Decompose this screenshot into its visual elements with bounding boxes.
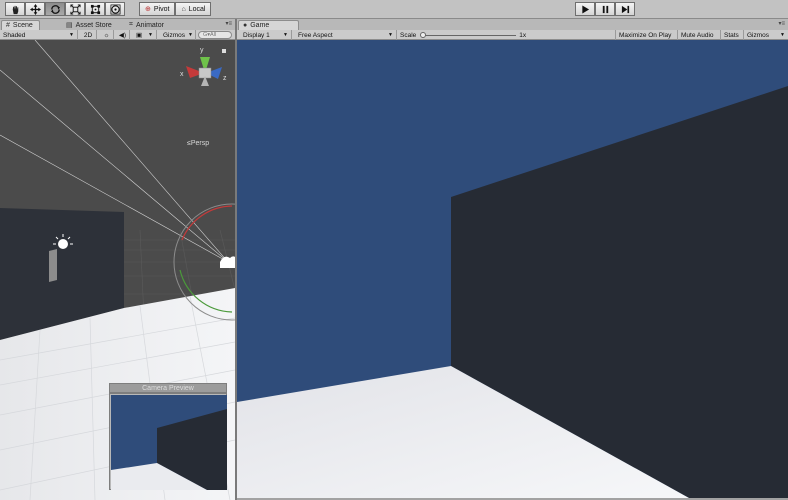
game-tab-row: ● Game ▾≡ xyxy=(237,19,788,30)
display-label: Display 1 xyxy=(243,31,270,39)
pause-icon xyxy=(602,5,608,13)
chevron-down-icon: ▼ xyxy=(780,32,785,38)
local-label: Local xyxy=(188,5,206,13)
tab-scene[interactable]: # Scene xyxy=(1,20,40,30)
transform-tool-button[interactable] xyxy=(105,2,125,16)
projection-label[interactable]: ≤Persp xyxy=(187,140,209,147)
audio-toggle-button[interactable]: ◀) xyxy=(116,30,130,40)
maximize-label: Maximize On Play xyxy=(619,31,672,39)
2d-label: 2D xyxy=(83,31,93,39)
chevron-down-icon: ▼ xyxy=(283,32,288,38)
game-viewport[interactable] xyxy=(237,40,788,498)
tab-scene-label: Scene xyxy=(12,22,33,29)
scale-slider-track[interactable] xyxy=(420,31,517,38)
rotate-tool-button[interactable] xyxy=(45,2,65,16)
panel-menu-icon[interactable]: ▾≡ xyxy=(225,20,232,27)
effects-dropdown[interactable]: ▣ ▼ xyxy=(133,30,157,40)
tab-asset-store-label: Asset Store xyxy=(75,21,112,29)
camera-preview-render xyxy=(111,395,227,490)
rect-tool-button[interactable] xyxy=(85,2,105,16)
play-icon xyxy=(581,4,589,14)
transform-tools xyxy=(5,2,125,16)
panel-menu-icon[interactable]: ▾≡ xyxy=(778,20,785,27)
scene-icon: # xyxy=(6,22,10,29)
svg-text:x: x xyxy=(180,71,184,78)
local-icon: ⌂ xyxy=(181,5,186,13)
svg-text:y: y xyxy=(200,47,204,54)
chevron-down-icon: ▼ xyxy=(148,32,153,38)
hand-icon xyxy=(12,5,18,14)
game-gizmos-dropdown[interactable]: Gizmos ▼ xyxy=(744,30,788,40)
stats-label: Stats xyxy=(724,31,739,39)
aspect-dropdown[interactable]: Free Aspect ▼ xyxy=(295,30,397,40)
tab-game[interactable]: ● Game xyxy=(238,20,299,30)
scale-label: Scale xyxy=(400,31,417,39)
tab-asset-store[interactable]: ▤ Asset Store xyxy=(62,20,118,30)
sun-icon: ☼ xyxy=(103,31,110,39)
stats-toggle[interactable]: Stats xyxy=(721,30,744,40)
maximize-on-play-toggle[interactable]: Maximize On Play xyxy=(615,30,678,40)
store-icon: ▤ xyxy=(66,22,73,29)
scale-tool-button[interactable] xyxy=(65,2,85,16)
step-icon xyxy=(621,5,629,13)
tab-game-label: Game xyxy=(250,22,270,29)
lighting-toggle-button[interactable]: ☼ xyxy=(100,30,114,40)
scale-slider-thumb[interactable] xyxy=(420,31,427,38)
chevron-down-icon: ▼ xyxy=(69,32,74,38)
tab-animator[interactable]: ⌗ Animator xyxy=(125,20,170,30)
game-panel-header: ● Game ▾≡ Display 1 ▼ Free Aspect ▼ Scal… xyxy=(237,19,788,40)
tab-animator-label: Animator xyxy=(135,21,164,29)
camera-preview xyxy=(109,393,227,490)
scene-control-row: Shaded ▼ 2D ☼ ◀) ▣ ▼ Gizmos ▼ G▾All xyxy=(0,30,235,40)
game-control-row: Display 1 ▼ Free Aspect ▼ Scale 1x Maxim… xyxy=(237,30,788,40)
play-button[interactable] xyxy=(575,2,595,16)
shading-mode-dropdown[interactable]: Shaded ▼ xyxy=(0,30,78,40)
scale-control: Scale 1x xyxy=(397,30,531,40)
lock-icon[interactable] xyxy=(222,49,226,53)
move-arrows-icon xyxy=(29,3,41,15)
chevron-down-icon: ▼ xyxy=(388,32,393,38)
step-button[interactable] xyxy=(615,2,635,16)
scene-gizmos-dropdown[interactable]: Gizmos ▼ xyxy=(160,30,196,40)
game-render xyxy=(237,40,788,498)
mute-audio-toggle[interactable]: Mute Audio xyxy=(678,30,721,40)
camera-preview-title: Camera Preview xyxy=(109,383,227,393)
pause-button[interactable] xyxy=(595,2,615,16)
mute-label: Mute Audio xyxy=(681,31,714,39)
aspect-label: Free Aspect xyxy=(298,31,333,39)
pivot-group: ⊕ Pivot ⌂ Local xyxy=(139,2,212,16)
hand-tool-button[interactable] xyxy=(5,2,25,16)
scene-gizmos-label: Gizmos xyxy=(163,31,186,39)
rotate-icon xyxy=(50,4,60,14)
scale-value: 1x xyxy=(519,31,527,39)
shading-mode-label: Shaded xyxy=(3,31,26,39)
scene-search-placeholder: G▾All xyxy=(203,32,217,38)
animator-icon: ⌗ xyxy=(129,21,133,28)
pivot-toggle-button[interactable]: ⊕ Pivot xyxy=(139,2,176,16)
game-controller-icon: ● xyxy=(243,22,248,29)
2d-toggle-button[interactable]: 2D xyxy=(80,30,97,40)
image-icon: ▣ xyxy=(136,32,143,39)
rect-transform-icon xyxy=(90,4,100,14)
main-toolbar: ⊕ Pivot ⌂ Local xyxy=(0,0,788,19)
svg-text:z: z xyxy=(223,75,227,82)
pivot-label: Pivot xyxy=(153,5,170,13)
speaker-icon: ◀) xyxy=(118,32,127,39)
play-controls xyxy=(575,2,635,16)
scene-search-input[interactable]: G▾All xyxy=(198,31,232,39)
transform-icon xyxy=(110,4,120,14)
game-gizmos-label: Gizmos xyxy=(747,31,770,39)
scene-tab-row: # Scene ▤ Asset Store ⌗ Animator ▾≡ xyxy=(0,19,235,30)
move-tool-button[interactable] xyxy=(25,2,45,16)
scale-icon xyxy=(69,3,81,15)
display-dropdown[interactable]: Display 1 ▼ xyxy=(240,30,292,40)
chevron-down-icon: ▼ xyxy=(188,32,193,38)
pivot-icon: ⊕ xyxy=(145,6,151,13)
scene-panel-header: # Scene ▤ Asset Store ⌗ Animator ▾≡ Shad… xyxy=(0,19,235,40)
local-toggle-button[interactable]: ⌂ Local xyxy=(175,2,212,16)
